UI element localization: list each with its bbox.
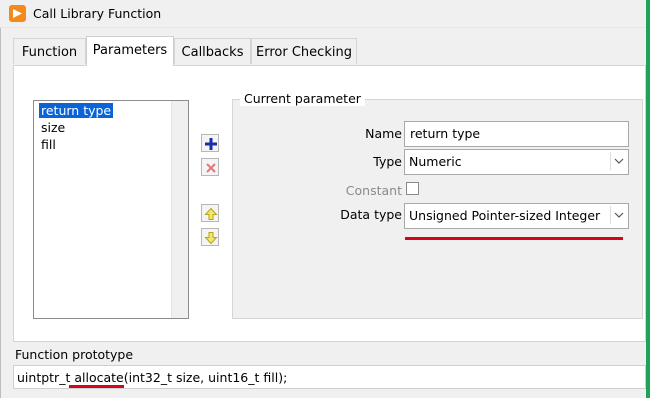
name-label: Name (365, 126, 402, 141)
listbox-scrollbar[interactable] (171, 101, 188, 318)
constant-label: Constant (345, 183, 402, 198)
data-type-select[interactable]: Unsigned Pointer-sized Integer (404, 203, 629, 229)
function-prototype-label: Function prototype (15, 347, 134, 362)
delete-parameter-button[interactable] (201, 158, 219, 176)
window-title: Call Library Function (33, 6, 162, 21)
x-icon (206, 163, 216, 173)
arrow-down-icon (204, 232, 218, 245)
chevron-down-icon[interactable] (610, 152, 626, 170)
parameters-listbox[interactable]: return type size fill (33, 100, 189, 319)
prototype-function-name: allocate (74, 370, 124, 385)
prototype-return-type: uintptr_t (17, 370, 71, 385)
list-item-fill[interactable]: fill (39, 137, 58, 152)
type-select[interactable]: Numeric (404, 149, 629, 175)
current-parameter-title: Current parameter (240, 91, 365, 106)
function-name-underline-annotation (69, 385, 124, 388)
data-type-select-value: Unsigned Pointer-sized Integer (409, 208, 601, 223)
constant-checkbox[interactable] (406, 182, 419, 195)
arrow-up-icon (204, 207, 218, 220)
tab-parameters[interactable]: Parameters (86, 36, 174, 66)
app-icon (9, 5, 26, 22)
tab-function[interactable]: Function (13, 38, 86, 64)
tab-error-checking[interactable]: Error Checking (251, 38, 357, 64)
data-type-label: Data type (340, 207, 402, 222)
tab-callbacks[interactable]: Callbacks (174, 38, 251, 64)
type-label: Type (373, 154, 402, 169)
type-select-value: Numeric (409, 154, 462, 169)
title-bar[interactable]: Call Library Function (0, 0, 646, 28)
list-item-size[interactable]: size (39, 120, 67, 135)
name-field[interactable]: return type (404, 121, 629, 147)
list-item-return-type[interactable]: return type (39, 103, 114, 118)
window-edge-accent (646, 0, 650, 398)
chevron-down-icon[interactable] (610, 206, 626, 224)
move-down-button[interactable] (201, 228, 219, 246)
prototype-arguments: (int32_t size, uint16_t fill); (123, 370, 288, 385)
data-type-underline-annotation (405, 237, 623, 240)
plus-icon (205, 138, 217, 150)
move-up-button[interactable] (201, 204, 219, 222)
add-parameter-button[interactable] (201, 134, 219, 152)
